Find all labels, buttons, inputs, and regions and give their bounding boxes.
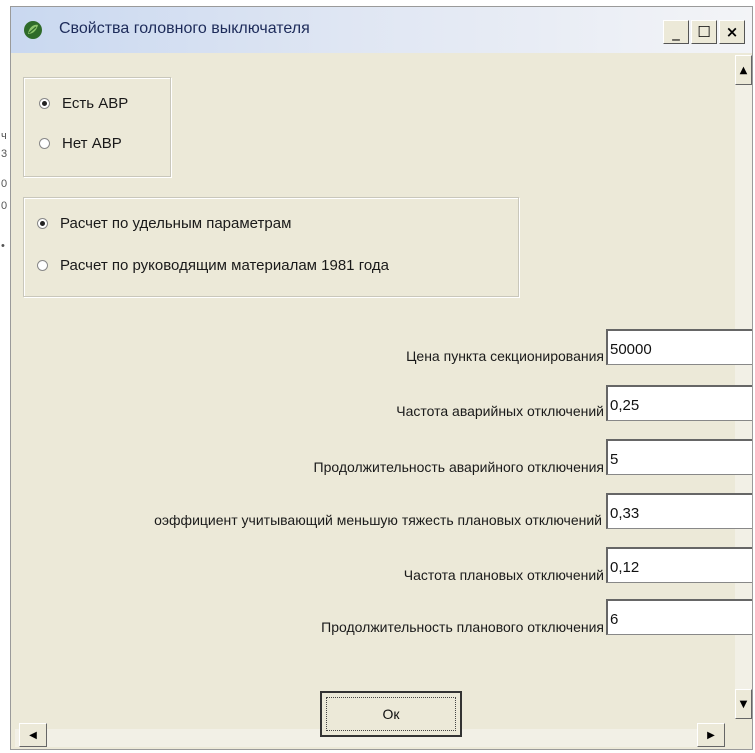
calc-method-groupbox xyxy=(23,197,519,297)
maximize-button[interactable]: ☐ xyxy=(691,20,717,44)
window-title: Свойства головного выключателя xyxy=(59,20,310,37)
minimize-button[interactable]: _ xyxy=(663,20,689,44)
strip-mark: • xyxy=(1,240,5,252)
param-label: оэффициент учитывающий меньшую тяжесть п… xyxy=(154,512,602,528)
properties-dialog: Свойства головного выключателя _ ☐ × ▲ ▼… xyxy=(10,6,753,750)
scroll-up-button[interactable]: ▲ xyxy=(735,55,752,85)
emergency-frequency-field[interactable] xyxy=(606,385,752,421)
background-window-strip: ч 3 0 0 • xyxy=(0,0,10,753)
strip-mark: 0 xyxy=(1,200,8,212)
scroll-left-button[interactable]: ◀ xyxy=(19,723,47,747)
radio-abr-no[interactable]: Нет АВР xyxy=(39,135,122,152)
radio-calc-specific[interactable]: Расчет по удельным параметрам xyxy=(37,215,291,232)
close-button[interactable]: × xyxy=(719,20,745,44)
param-label: Частота плановых отключений xyxy=(403,567,604,583)
radio-label: Расчет по руководящим материалам 1981 го… xyxy=(60,257,389,274)
radio-checked-icon[interactable] xyxy=(37,218,48,229)
param-label: Продолжительность планового отключения xyxy=(321,619,604,635)
title-bar[interactable]: Свойства головного выключателя _ ☐ × xyxy=(11,7,752,53)
radio-unchecked-icon[interactable] xyxy=(37,260,48,271)
leaf-icon xyxy=(24,21,42,39)
planned-frequency-field[interactable] xyxy=(606,547,752,583)
param-label: Продолжительность аварийного отключения xyxy=(313,459,605,475)
strip-mark: ч xyxy=(1,130,7,142)
radio-calc-1981[interactable]: Расчет по руководящим материалам 1981 го… xyxy=(37,257,389,274)
strip-mark: 0 xyxy=(1,178,8,190)
param-label: Цена пункта секционирования xyxy=(406,348,604,364)
planned-severity-coefficient-field[interactable] xyxy=(606,493,752,529)
radio-label: Расчет по удельным параметрам xyxy=(60,215,292,232)
radio-abr-yes[interactable]: Есть АВР xyxy=(39,95,128,112)
radio-label: Есть АВР xyxy=(62,95,129,112)
abr-groupbox xyxy=(23,77,171,177)
emergency-duration-field[interactable] xyxy=(606,439,752,475)
section-point-price-field[interactable] xyxy=(606,329,752,365)
radio-checked-icon[interactable] xyxy=(39,98,50,109)
radio-unchecked-icon[interactable] xyxy=(39,138,50,149)
radio-label: Нет АВР xyxy=(62,135,122,152)
planned-duration-field[interactable] xyxy=(606,599,752,635)
ok-button[interactable]: Ок xyxy=(320,691,462,737)
scroll-down-button[interactable]: ▼ xyxy=(735,689,752,719)
param-label: Частота аварийных отключений xyxy=(396,403,604,419)
strip-mark: 3 xyxy=(1,148,8,160)
scroll-right-button[interactable]: ▶ xyxy=(697,723,725,747)
